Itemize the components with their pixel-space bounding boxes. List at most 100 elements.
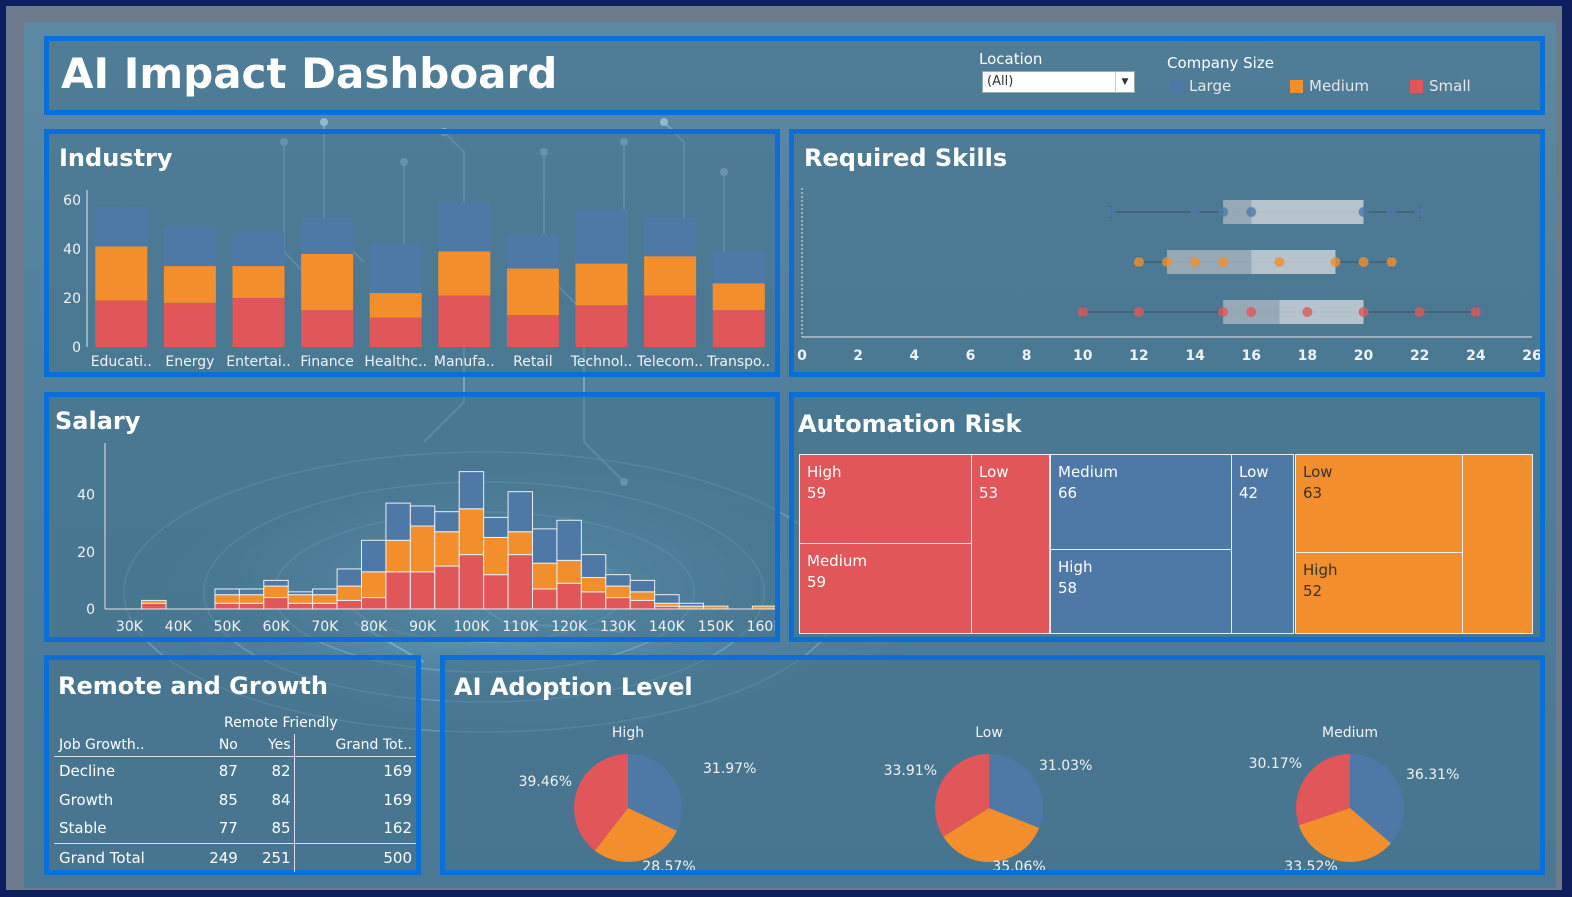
treemap-cell-large-low[interactable]: Low 42 [1231,454,1294,634]
histogram-bar-large[interactable] [263,579,289,587]
skill-point-large[interactable] [1218,207,1229,217]
skill-point-large[interactable] [1190,207,1201,217]
histogram-bar-large[interactable] [654,594,680,604]
histogram-bar-medium[interactable] [605,585,631,599]
bar-segment-medium[interactable] [301,253,354,311]
dropdown-arrow-icon[interactable]: ▼ [1115,72,1134,92]
bar-segment-large[interactable] [369,243,422,294]
histogram-bar-large[interactable] [580,554,607,579]
histogram-bar-medium[interactable] [703,605,729,610]
bar-segment-medium[interactable] [575,263,628,306]
bar-segment-small[interactable] [163,302,216,347]
histogram-bar-large[interactable] [605,574,631,587]
histogram-bar-large[interactable] [238,588,265,596]
bar-segment-large[interactable] [232,231,285,267]
box-upper[interactable] [1251,200,1364,224]
histogram-bar-medium[interactable] [287,594,314,604]
histogram-bar-small[interactable] [458,554,485,610]
histogram-bar-medium[interactable] [312,594,338,604]
histogram-bar-medium[interactable] [141,599,167,604]
histogram-bar-medium[interactable] [751,605,775,610]
histogram-bar-small[interactable] [556,582,582,610]
histogram-bar-small[interactable] [532,588,558,610]
histogram-bar-small[interactable] [434,565,460,610]
treemap-cell-large-high[interactable]: High 58 [1050,549,1232,634]
treemap-cell-small-low[interactable]: Low 53 [971,454,1050,634]
histogram-bar-small[interactable] [580,591,607,610]
skill-point-large[interactable] [1414,207,1425,217]
histogram-bar-medium[interactable] [336,585,363,601]
skill-point-medium[interactable] [1274,257,1285,267]
bar-segment-small[interactable] [232,297,285,347]
histogram-bar-medium[interactable] [629,591,656,601]
histogram-bar-medium[interactable] [532,562,558,590]
histogram-bar-small[interactable] [483,574,509,610]
skill-point-medium[interactable] [1133,257,1144,267]
skill-point-medium[interactable] [1218,257,1229,267]
histogram-bar-small[interactable] [409,571,436,610]
bar-segment-large[interactable] [163,226,216,267]
bar-segment-large[interactable] [575,209,628,264]
histogram-bar-small[interactable] [312,602,338,610]
skill-point-large[interactable] [1105,207,1116,217]
bar-segment-medium[interactable] [644,256,697,296]
skill-point-small[interactable] [1218,307,1229,317]
bar-segment-medium[interactable] [95,246,148,301]
bar-segment-small[interactable] [95,300,148,347]
histogram-bar-small[interactable] [214,602,240,610]
histogram-bar-large[interactable] [532,528,558,564]
bar-segment-medium[interactable] [506,268,559,316]
treemap-cell-medium-low[interactable]: Low 63 [1295,454,1463,553]
histogram-bar-small[interactable] [141,602,167,610]
histogram-bar-small[interactable] [361,597,387,610]
histogram-bar-large[interactable] [336,568,363,587]
bar-segment-medium[interactable] [232,266,285,298]
box-lower[interactable] [1167,250,1252,274]
histogram-bar-medium[interactable] [483,536,509,576]
bar-segment-medium[interactable] [712,283,765,311]
histogram-bar-large[interactable] [214,588,240,596]
histogram-bar-medium[interactable] [214,594,240,604]
histogram-bar-large[interactable] [287,591,314,596]
skill-point-medium[interactable] [1330,257,1341,267]
skill-point-small[interactable] [1077,307,1088,317]
skill-point-small[interactable] [1358,307,1369,317]
histogram-bar-large[interactable] [678,602,704,607]
histogram-bar-large[interactable] [409,505,436,527]
histogram-bar-large[interactable] [483,516,509,538]
bar-segment-small[interactable] [575,305,628,347]
histogram-bar-large[interactable] [458,471,485,510]
histogram-bar-large[interactable] [629,579,656,593]
skill-point-large[interactable] [1386,207,1397,217]
skill-point-small[interactable] [1470,307,1481,317]
bar-segment-large[interactable] [712,251,765,284]
treemap-cell-small-medium[interactable]: Medium 59 [799,543,972,634]
histogram-bar-large[interactable] [434,511,460,533]
treemap-cell-medium-high[interactable]: High 52 [1295,552,1463,634]
box-upper[interactable] [1279,300,1364,324]
skill-point-small[interactable] [1302,307,1313,317]
skill-point-medium[interactable] [1190,257,1201,267]
histogram-bar-large[interactable] [556,519,582,561]
histogram-bar-medium[interactable] [409,525,436,573]
bar-segment-large[interactable] [644,216,697,257]
bar-segment-small[interactable] [438,295,491,347]
skill-point-small[interactable] [1414,307,1425,317]
bar-segment-small[interactable] [506,315,559,347]
skill-point-medium[interactable] [1386,257,1397,267]
skill-point-small[interactable] [1133,307,1144,317]
histogram-bar-small[interactable] [287,602,314,610]
histogram-bar-large[interactable] [385,502,411,541]
histogram-bar-medium[interactable] [580,577,607,593]
histogram-bar-large[interactable] [312,588,338,596]
histogram-bar-large[interactable] [507,491,534,533]
box-upper[interactable] [1251,250,1336,274]
histogram-bar-medium[interactable] [238,594,265,604]
bar-segment-medium[interactable] [438,251,491,296]
histogram-bar-small[interactable] [629,599,656,610]
histogram-bar-small[interactable] [605,597,631,610]
bar-segment-large[interactable] [506,234,559,269]
bar-segment-small[interactable] [301,310,354,347]
bar-segment-small[interactable] [644,295,697,347]
treemap-cell-medium-other[interactable] [1462,454,1533,634]
